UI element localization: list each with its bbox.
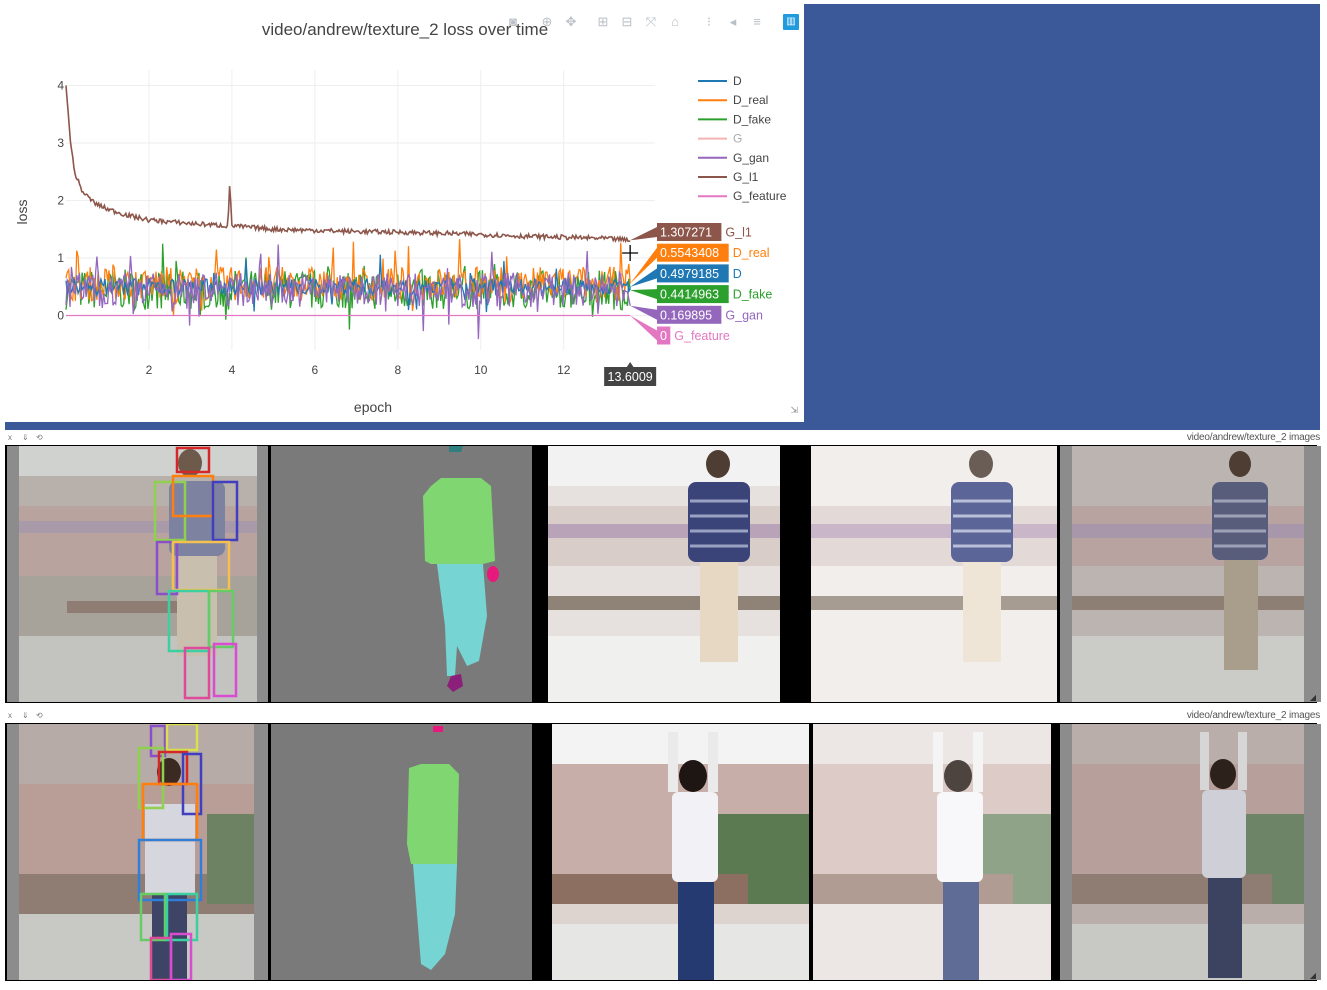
hover-pointer: [630, 268, 657, 287]
window-resize-icon[interactable]: ◢: [1310, 971, 1316, 980]
reconstructed-image: [813, 724, 1074, 980]
y-tick-label: 4: [57, 79, 64, 93]
x-tick-label: 6: [312, 363, 319, 377]
plotly-logo-icon[interactable]: ▥: [783, 14, 799, 30]
zoom-icon[interactable]: ⊕: [539, 14, 555, 30]
y-tick-label: 2: [57, 194, 64, 208]
close-icon[interactable]: x: [8, 433, 12, 442]
window-resize-icon[interactable]: ◢: [1310, 693, 1316, 702]
legend-item-d-real: D_real: [733, 93, 768, 107]
plot-window: 2 4 6 8 10 12 0 1 2 3 4 video/andrew/texture_2 loss…: [5, 4, 804, 422]
hover-pointer: [630, 289, 657, 300]
y-tick-label: 0: [57, 309, 64, 323]
spike-lines-icon[interactable]: ⁝: [701, 14, 717, 30]
window-titlebar[interactable]: x ⇓ ⟲ video/andrew/texture_2 images: [5, 430, 1320, 444]
target-image: [1060, 446, 1321, 702]
hover-name-d: D: [733, 267, 742, 281]
target-image: [1060, 724, 1321, 980]
hover-value-g-gan: 0.169895: [660, 308, 712, 322]
x-axis-label: epoch: [354, 399, 392, 415]
legend-item-g: G: [733, 132, 742, 146]
hover-value-g-feature: 0: [660, 329, 667, 343]
y-tick-label: 1: [57, 251, 64, 265]
x-tick-label: 8: [394, 363, 401, 377]
plot-window-border: [5, 422, 804, 430]
segmentation-image: [271, 446, 532, 702]
hover-name-g-feature: G_feature: [674, 329, 730, 343]
window-title: video/andrew/texture_2 images: [1186, 710, 1320, 721]
y-axis-label: loss: [14, 200, 30, 225]
window-title: video/andrew/texture_2 images: [1186, 432, 1320, 443]
zoom-in-icon[interactable]: ⊞: [595, 14, 611, 30]
reset-icon[interactable]: ⟲: [36, 433, 43, 442]
series-line-g-l1: [65, 85, 631, 244]
hover-compare-icon[interactable]: ≡: [749, 14, 765, 30]
x-tick-label: 12: [557, 363, 571, 377]
x-tick-label: 2: [146, 363, 153, 377]
pose-keypoints-image: [7, 724, 268, 980]
zoom-out-icon[interactable]: ⊟: [619, 14, 635, 30]
pose-keypoints-image: [7, 446, 268, 702]
segmentation-image: [271, 724, 532, 980]
hover-pointer: [630, 227, 657, 241]
hover-value-d: 0.4979185: [660, 267, 719, 281]
hover-name-d-fake: D_fake: [733, 288, 773, 302]
download-icon[interactable]: ⇓: [22, 711, 29, 720]
download-icon[interactable]: ⇓: [22, 433, 29, 442]
hover-value-d-fake: 0.4414963: [660, 288, 719, 302]
reset-axes-icon[interactable]: ⌂: [667, 14, 683, 30]
hover-pointer: [630, 315, 657, 341]
resize-handle-icon[interactable]: ⇲: [790, 405, 798, 416]
legend-item-d: D: [733, 74, 742, 88]
pan-icon[interactable]: ✥: [563, 14, 579, 30]
crosshair-cursor: [622, 245, 639, 261]
legend-item-g-feature: G_feature: [733, 189, 787, 203]
image-grid: ◢: [5, 723, 1321, 981]
hover-name-g-l1: G_l1: [725, 226, 751, 240]
hover-closest-icon[interactable]: ◂: [725, 14, 741, 30]
loss-chart[interactable]: 2 4 6 8 10 1201234video/andrew/texture_2 loss…: [5, 4, 804, 422]
image-window-1: x ⇓ ⟲ video/andrew/texture_2 images ◢: [5, 430, 1321, 707]
image-grid: ◢: [5, 445, 1321, 703]
reset-icon[interactable]: ⟲: [36, 711, 43, 720]
camera-icon[interactable]: ◙: [505, 14, 521, 30]
empty-pane: [804, 4, 1320, 430]
generated-image: [548, 724, 809, 980]
generated-image: [548, 446, 809, 702]
close-icon[interactable]: x: [8, 711, 12, 720]
legend-item-g-l1: G_l1: [733, 170, 759, 184]
hover-value-g-l1: 1.307271: [660, 226, 712, 240]
hover-value-d-real: 0.5543408: [660, 246, 719, 260]
x-tick-label: 10: [474, 363, 488, 377]
reconstructed-image: [811, 446, 1072, 702]
hover-pointer: [630, 305, 657, 320]
x-hover-value: 13.6009: [608, 370, 653, 384]
legend-item-d-fake: D_fake: [733, 112, 771, 126]
autoscale-icon[interactable]: ⤧: [643, 14, 659, 30]
x-tick-label: 4: [229, 363, 236, 377]
window-titlebar[interactable]: x ⇓ ⟲ video/andrew/texture_2 images: [5, 708, 1320, 722]
image-window-2: x ⇓ ⟲ video/andrew/texture_2 images ◢: [5, 708, 1321, 985]
legend-item-g-gan: G_gan: [733, 151, 769, 165]
hover-name-d-real: D_real: [733, 246, 770, 260]
hover-name-g-gan: G_gan: [725, 308, 763, 322]
y-tick-label: 3: [57, 136, 64, 150]
